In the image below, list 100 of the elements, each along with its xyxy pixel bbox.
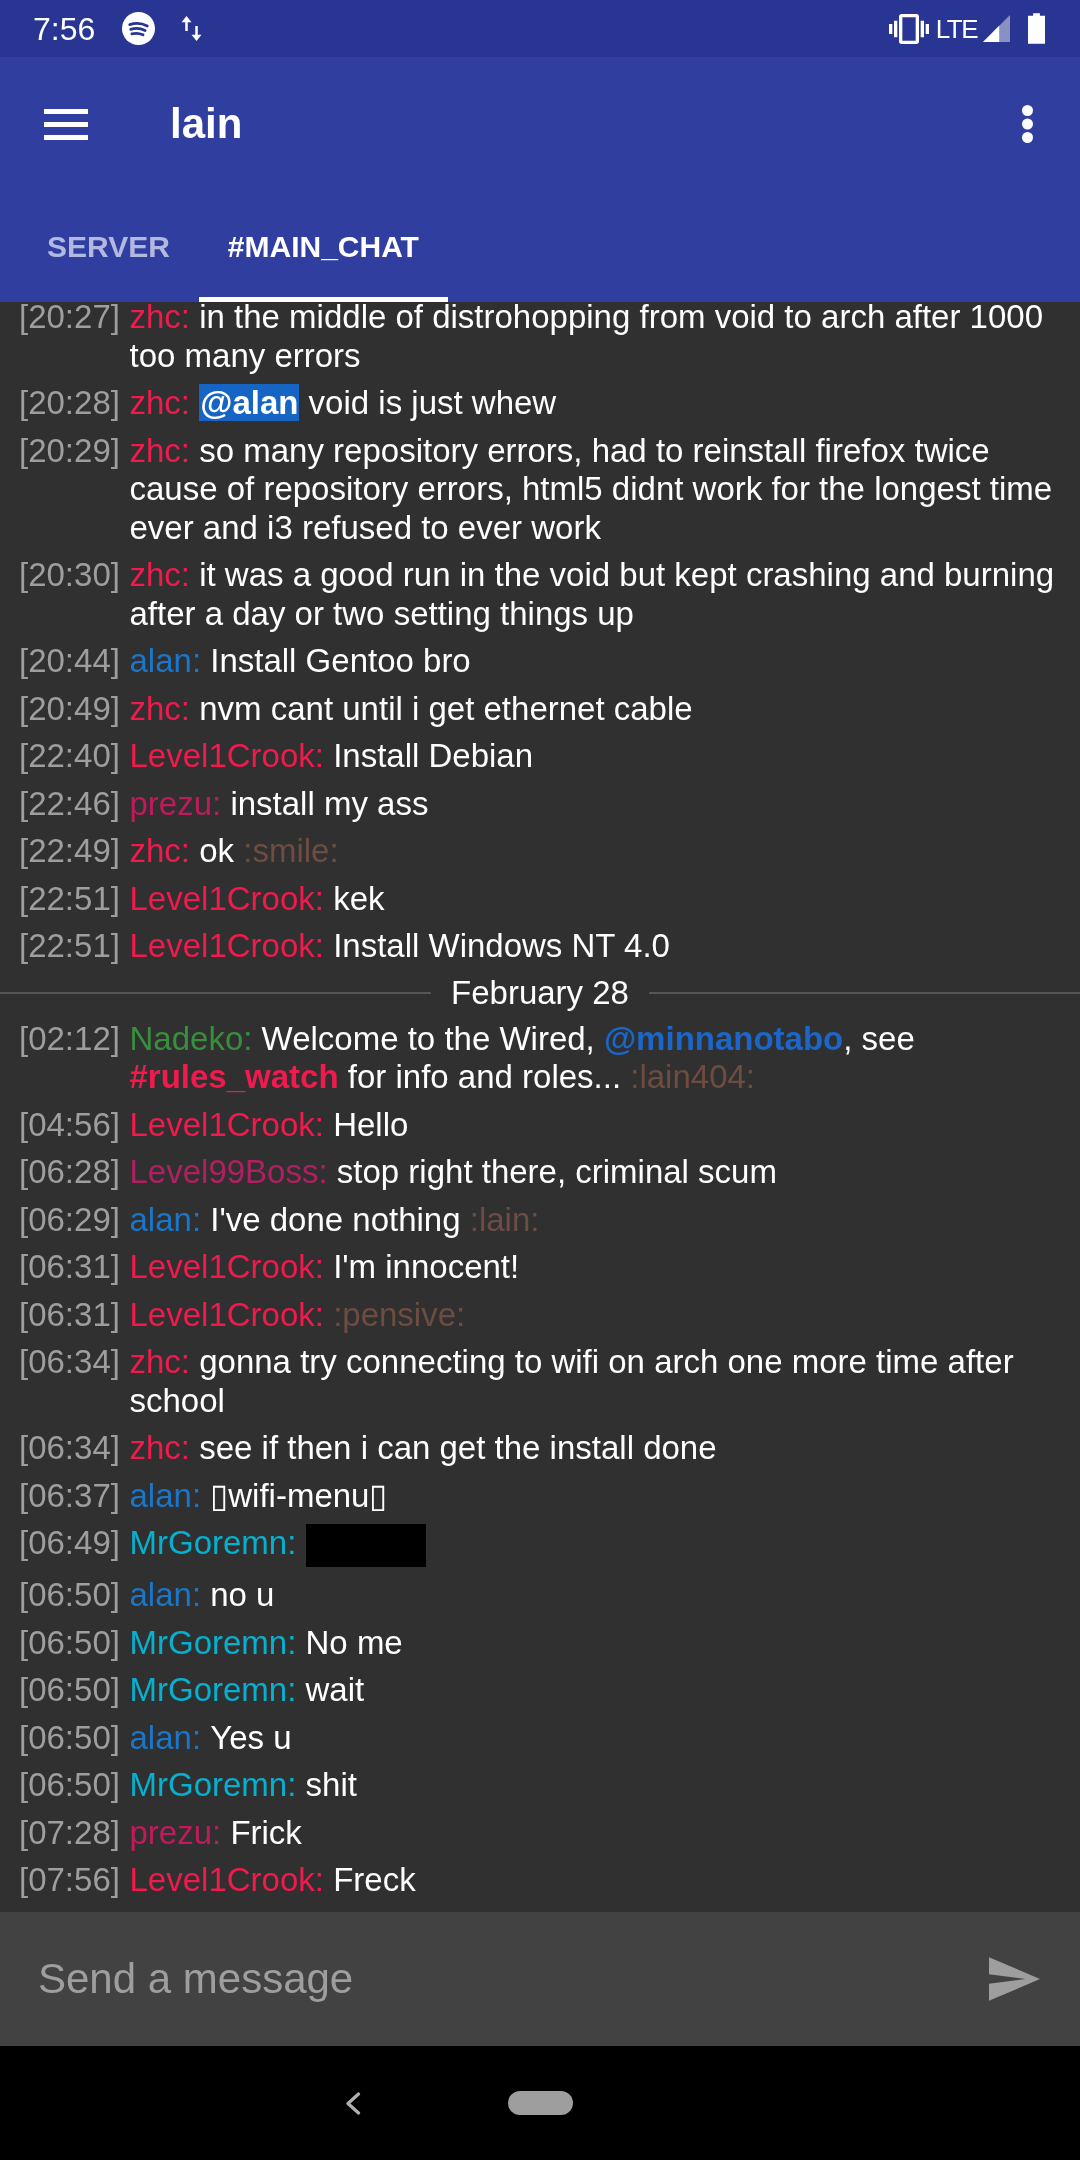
timestamp: [06:31] xyxy=(19,1295,120,1334)
username[interactable]: alan: xyxy=(129,1476,202,1514)
timestamp: [07:28] xyxy=(19,1813,120,1852)
timestamp: [20:30] xyxy=(19,556,120,595)
timestamp: [20:49] xyxy=(19,689,120,728)
message-text: zhc: it was a good run in the void but kept crashing and burning after a day or two setting things up xyxy=(129,556,1056,633)
username[interactable]: Nadeko: xyxy=(129,1019,253,1057)
username[interactable]: Level1Crook: xyxy=(129,927,324,964)
channel-link[interactable]: #rules_watch xyxy=(129,1058,339,1095)
username[interactable]: zhc: xyxy=(129,1429,191,1466)
menu-icon[interactable] xyxy=(44,108,88,140)
timestamp: [06:29] xyxy=(19,1200,120,1239)
status-time: 7:56 xyxy=(33,12,96,45)
username[interactable]: Level1Crook: xyxy=(129,879,324,917)
message-text: Level1Crook: Freck xyxy=(129,1861,417,1900)
message-text: Level99Boss: stop right there, criminal scum xyxy=(129,1153,778,1192)
username[interactable]: Level99Boss: xyxy=(129,1153,328,1190)
message-text: alan: Yes u xyxy=(129,1718,293,1757)
username[interactable]: Level1Crook: xyxy=(129,1105,324,1143)
message-text: prezu: install my ass xyxy=(129,784,430,823)
username[interactable]: Level1Crook: xyxy=(129,1248,324,1285)
message-text: Level1Crook: I'm innocent! xyxy=(129,1248,521,1287)
message-text: MrGoremn: No me xyxy=(129,1623,404,1662)
message-text: alan: Install Gentoo bro xyxy=(129,642,472,681)
timestamp: [06:37] xyxy=(19,1476,120,1515)
timestamp: [20:29] xyxy=(19,431,120,470)
timestamp: [06:34] xyxy=(19,1429,120,1468)
username[interactable]: MrGoremn: xyxy=(129,1766,297,1803)
timestamp: [06:49] xyxy=(19,1524,120,1563)
username[interactable]: zhc: xyxy=(129,1343,191,1380)
username[interactable]: zhc: xyxy=(129,384,191,421)
timestamp: [22:51] xyxy=(19,927,120,966)
username[interactable]: alan: xyxy=(129,642,202,679)
message-text: Nadeko: Welcome to the Wired, @minnanotabo, see #rules_watch for info and roles... :lain404: xyxy=(129,1019,916,1097)
timestamp: [07:56] xyxy=(19,1861,120,1900)
username[interactable]: zhc: xyxy=(129,556,191,593)
username[interactable]: MrGoremn: xyxy=(129,1623,297,1661)
username[interactable]: alan: xyxy=(129,1718,202,1756)
message-text: MrGoremn: wait xyxy=(129,1671,366,1710)
username[interactable]: prezu: xyxy=(129,784,222,822)
message-text: alan: ▯wifi-menu▯ xyxy=(129,1476,389,1515)
username[interactable]: MrGoremn: xyxy=(129,1524,297,1562)
message-text: Level1Crook: :pensive: xyxy=(129,1295,467,1334)
username[interactable]: prezu: xyxy=(129,1813,222,1851)
message-field[interactable]: Send a message xyxy=(0,1912,1080,2046)
tab[interactable]: #MAIN_CHAT xyxy=(198,191,448,302)
username[interactable]: alan: xyxy=(129,1576,202,1613)
timestamp: [06:50] xyxy=(19,1718,120,1757)
message-text: Level1Crook: Install Windows NT 4.0 xyxy=(129,927,671,966)
more-options-icon[interactable] xyxy=(1022,105,1033,143)
timestamp: [02:12] xyxy=(19,1019,120,1058)
timestamp: [06:50] xyxy=(19,1576,120,1615)
timestamp: [04:56] xyxy=(19,1105,120,1144)
mention-link[interactable]: @minnanotabo xyxy=(603,1019,844,1057)
timestamp: [20:27] xyxy=(19,302,120,337)
signal-icon xyxy=(983,15,1010,42)
timestamp: [20:44] xyxy=(19,642,120,681)
message-input[interactable]: Send a message xyxy=(38,1954,969,2004)
timestamp: [06:50] xyxy=(19,1766,120,1805)
username[interactable]: Level1Crook: xyxy=(129,1861,324,1898)
message-text: Level1Crook: kek xyxy=(129,879,386,918)
circle-waves-icon xyxy=(122,12,156,45)
username[interactable]: MrGoremn: xyxy=(129,1671,297,1708)
username[interactable]: zhc: xyxy=(129,431,191,469)
highlighted-mention[interactable]: @alan xyxy=(199,384,300,421)
message-text: zhc: nvm cant until i get ethernet cable xyxy=(129,689,694,728)
username[interactable]: zhc: xyxy=(129,689,191,727)
username[interactable]: zhc: xyxy=(129,302,191,335)
timestamp: [06:34] xyxy=(19,1343,120,1382)
date-separator: February 28 xyxy=(451,973,629,1012)
timestamp: [22:46] xyxy=(19,784,120,823)
toolbar-title: lain xyxy=(170,98,243,149)
vibrate-icon xyxy=(888,13,929,44)
timestamp: [06:50] xyxy=(19,1671,120,1710)
timestamp: [06:28] xyxy=(19,1153,120,1192)
message-text: zhc: @alan void is just whew xyxy=(129,384,558,423)
home-icon[interactable] xyxy=(507,2091,573,2115)
message-text: zhc: see if then i can get the install done xyxy=(129,1429,718,1468)
message-text: alan: no u xyxy=(129,1576,276,1615)
username[interactable]: alan: xyxy=(129,1200,202,1238)
message-text: MrGoremn: shit xyxy=(129,1766,358,1805)
message-text: Level1Crook: Install Debian xyxy=(129,737,535,776)
timestamp: [06:31] xyxy=(19,1248,120,1287)
message-text: zhc: ok :smile: xyxy=(129,832,340,871)
send-icon[interactable] xyxy=(989,1957,1040,2001)
battery-icon xyxy=(1028,13,1045,44)
network-type: LTE xyxy=(935,15,977,42)
tab[interactable]: SERVER xyxy=(18,191,199,302)
back-icon[interactable] xyxy=(343,2091,361,2115)
message-text: alan: I've done nothing :lain: xyxy=(129,1200,541,1239)
timestamp: [22:49] xyxy=(19,832,120,871)
timestamp: [06:50] xyxy=(19,1623,120,1662)
message-text: prezu: Frick xyxy=(129,1813,303,1852)
message-text: Level1Crook: Hello xyxy=(129,1105,410,1144)
username[interactable]: Level1Crook: xyxy=(129,1295,324,1333)
timestamp: [20:28] xyxy=(19,384,120,423)
timestamp: [22:40] xyxy=(19,737,120,776)
data-arrows-icon xyxy=(181,16,203,41)
username[interactable]: Level1Crook: xyxy=(129,737,324,774)
username[interactable]: zhc: xyxy=(129,832,191,869)
